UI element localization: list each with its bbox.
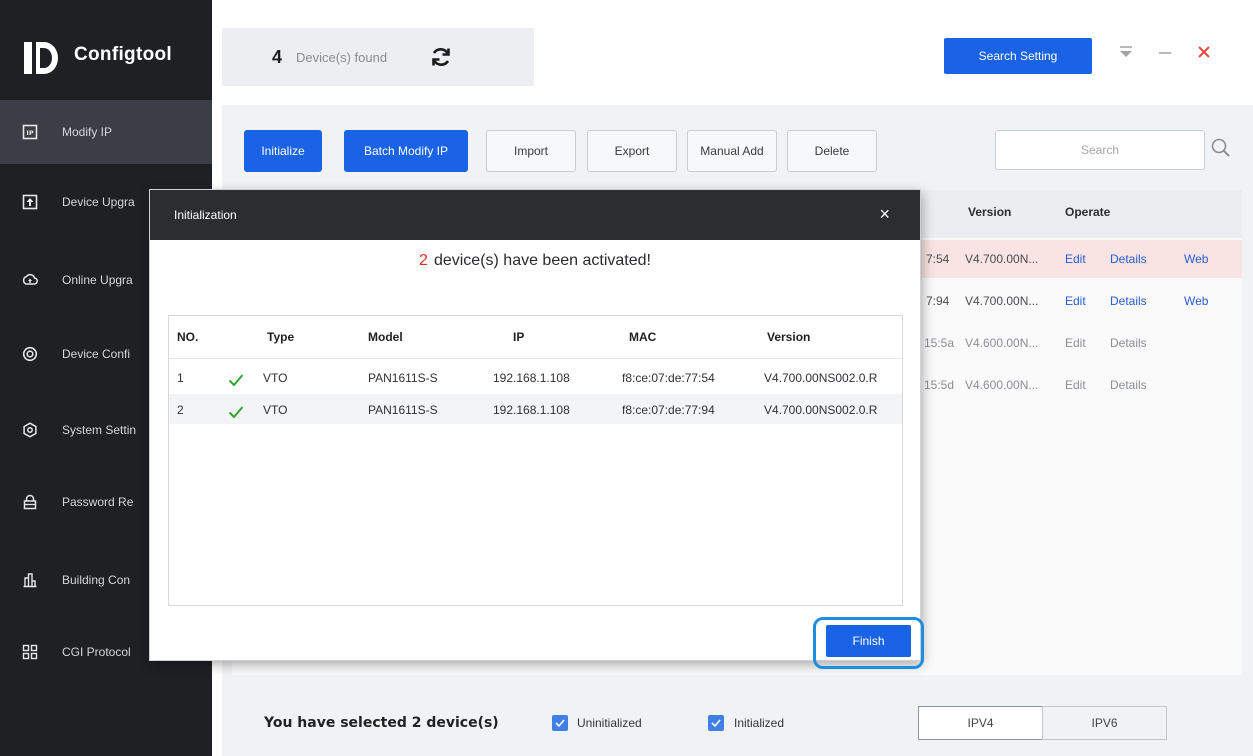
column-header: IP — [513, 330, 525, 344]
sidebar-item-label: Password Re — [62, 495, 134, 509]
version-cell: V4.700.00N... — [965, 252, 1039, 266]
model-cell: PAN1611S-S — [368, 371, 438, 385]
column-header: Version — [968, 205, 1012, 219]
uninitialized-label: Uninitialized — [577, 716, 642, 730]
minimize-icon[interactable] — [1157, 44, 1173, 65]
ipv6-tab[interactable]: IPV6 — [1042, 706, 1167, 740]
activation-message: 2 device(s) have been activated! — [150, 252, 920, 270]
sidebar-item-label: Device Upgra — [62, 195, 135, 209]
initialized-label: Initialized — [734, 716, 785, 730]
import-button[interactable]: Import — [486, 130, 576, 172]
sidebar-item-modify-ip[interactable]: IP Modify IP — [0, 100, 230, 164]
type-cell: VTO — [263, 403, 288, 417]
bottom-bar: You have selected 2 device(s) Uninitiali… — [222, 695, 1253, 756]
initialize-button[interactable]: Initialize — [244, 130, 322, 172]
mac-cell: f8:ce:07:de:77:54 — [622, 371, 715, 385]
mac-cell: 7:94 — [926, 294, 950, 308]
app-logo — [22, 38, 64, 78]
toolbar: Initialize Batch Modify IP Import Export… — [222, 105, 1253, 190]
grid-icon — [22, 644, 38, 660]
column-header: Type — [267, 330, 295, 344]
column-header: Version — [767, 330, 811, 344]
activated-count: 2 — [419, 252, 428, 269]
search-setting-button[interactable]: Search Setting — [944, 38, 1092, 74]
sidebar-item-label: Building Con — [62, 573, 131, 587]
ip-icon: IP — [22, 124, 38, 140]
ipv4-tab[interactable]: IPV4 — [918, 706, 1043, 740]
devices-found-count: 4 — [272, 46, 283, 67]
ip-cell: 192.168.1.108 — [493, 371, 570, 385]
lock-icon — [22, 494, 38, 510]
batch-modify-ip-button[interactable]: Batch Modify IP — [344, 130, 468, 172]
target-icon — [22, 346, 38, 362]
refresh-icon[interactable] — [429, 45, 453, 69]
uninitialized-checkbox[interactable] — [552, 715, 568, 731]
details-link[interactable]: Details — [1110, 294, 1147, 308]
result-table-header: NO. Type Model IP MAC Version — [169, 316, 902, 359]
search-input[interactable]: Search — [995, 130, 1205, 170]
initialization-dialog: Initialization × 2 device(s) have been ac… — [150, 190, 920, 660]
edit-link[interactable]: Edit — [1065, 294, 1086, 308]
app-name: Configtool — [74, 44, 172, 65]
delete-button[interactable]: Delete — [787, 130, 877, 172]
top-bar: 4 Device(s) found Search Setting — [212, 0, 1253, 105]
devices-found-label: Device(s) found — [296, 49, 388, 65]
activated-text: device(s) have been activated! — [433, 252, 651, 269]
dialog-title-bar: Initialization × — [150, 190, 920, 240]
devices-found-box: 4 Device(s) found — [222, 28, 534, 86]
sidebar-item-label: System Settin — [62, 423, 137, 437]
model-cell: PAN1611S-S — [368, 403, 438, 417]
table-row[interactable]: 2 VTO PAN1611S-S 192.168.1.108 f8:ce:07:… — [169, 394, 902, 424]
activation-result-table: NO. Type Model IP MAC Version 1 VTO PAN1… — [168, 315, 903, 606]
upload-icon — [22, 194, 38, 210]
version-cell: V4.700.00NS002.0.R — [764, 371, 878, 385]
column-header: NO. — [177, 330, 199, 344]
web-link[interactable]: Web — [1184, 252, 1208, 266]
initialized-checkbox[interactable] — [708, 715, 724, 731]
edit-link[interactable]: Edit — [1065, 378, 1086, 392]
table-row[interactable]: 1 VTO PAN1611S-S 192.168.1.108 f8:ce:07:… — [169, 362, 902, 392]
mac-cell: 15:5d — [924, 378, 955, 392]
no-cell: 1 — [177, 371, 184, 385]
gear-hex-icon — [22, 422, 38, 438]
mac-cell: f8:ce:07:de:77:94 — [622, 403, 715, 417]
sidebar-item-label: CGI Protocol — [62, 645, 131, 659]
manual-add-button[interactable]: Manual Add — [687, 130, 777, 172]
web-link[interactable]: Web — [1184, 294, 1208, 308]
configtool-window: Configtool IP Modify IP Device Upgra Onl… — [0, 0, 1253, 756]
ip-cell: 192.168.1.108 — [493, 403, 570, 417]
svg-text:IP: IP — [26, 129, 33, 137]
sidebar-item-label: Online Upgra — [62, 273, 133, 287]
dialog-title: Initialization — [174, 208, 237, 222]
details-link[interactable]: Details — [1110, 378, 1147, 392]
version-cell: V4.600.00N... — [965, 378, 1039, 392]
cloud-upgrade-icon — [22, 272, 38, 288]
details-link[interactable]: Details — [1110, 252, 1147, 266]
version-cell: V4.600.00N... — [965, 336, 1039, 350]
details-link[interactable]: Details — [1110, 336, 1147, 350]
edit-link[interactable]: Edit — [1065, 252, 1086, 266]
search-icon[interactable] — [1210, 137, 1232, 159]
column-header: Operate — [1065, 205, 1111, 219]
finish-button[interactable]: Finish — [826, 625, 911, 657]
no-cell: 2 — [177, 403, 184, 417]
column-header: MAC — [629, 330, 657, 344]
version-cell: V4.700.00NS002.0.R — [764, 403, 878, 417]
dialog-close-icon[interactable]: × — [879, 204, 890, 225]
building-icon — [22, 572, 38, 588]
sidebar-item-label: Modify IP — [62, 125, 113, 139]
mac-cell: 15:5a — [924, 336, 955, 350]
mac-cell: 7:54 — [926, 252, 950, 266]
export-button[interactable]: Export — [587, 130, 677, 172]
collapse-icon[interactable] — [1118, 44, 1134, 65]
edit-link[interactable]: Edit — [1065, 336, 1086, 350]
success-check-icon — [227, 371, 245, 389]
selected-count-text: You have selected 2 device(s) — [264, 715, 499, 731]
close-window-icon[interactable] — [1196, 44, 1212, 65]
version-cell: V4.700.00N... — [965, 294, 1039, 308]
type-cell: VTO — [263, 371, 288, 385]
sidebar-item-label: Device Confi — [62, 347, 131, 361]
success-check-icon — [227, 403, 245, 421]
column-header: Model — [368, 330, 403, 344]
